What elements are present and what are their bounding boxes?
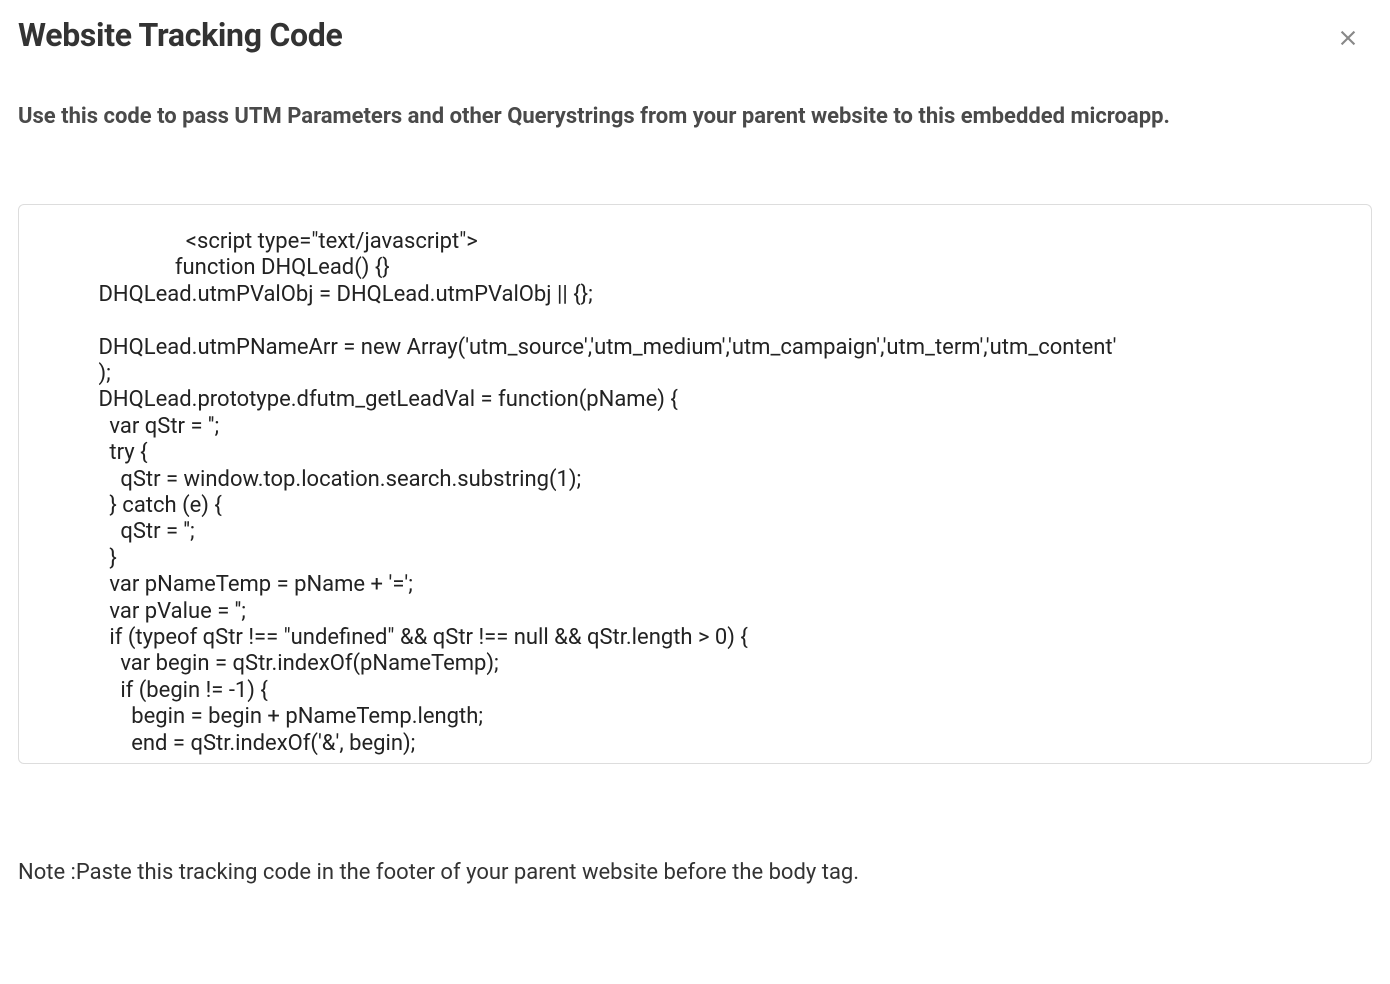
tracking-code-modal: Website Tracking Code Use this code to p… bbox=[0, 0, 1390, 984]
footer-note: Note :Paste this tracking code in the fo… bbox=[18, 860, 1372, 885]
tracking-code-textarea[interactable]: <script type="text/javascript"> function… bbox=[18, 204, 1372, 764]
close-button[interactable] bbox=[1330, 20, 1366, 56]
close-icon bbox=[1337, 27, 1359, 49]
modal-subtitle: Use this code to pass UTM Parameters and… bbox=[18, 100, 1278, 134]
modal-header: Website Tracking Code bbox=[18, 16, 1372, 56]
modal-title: Website Tracking Code bbox=[18, 16, 342, 54]
